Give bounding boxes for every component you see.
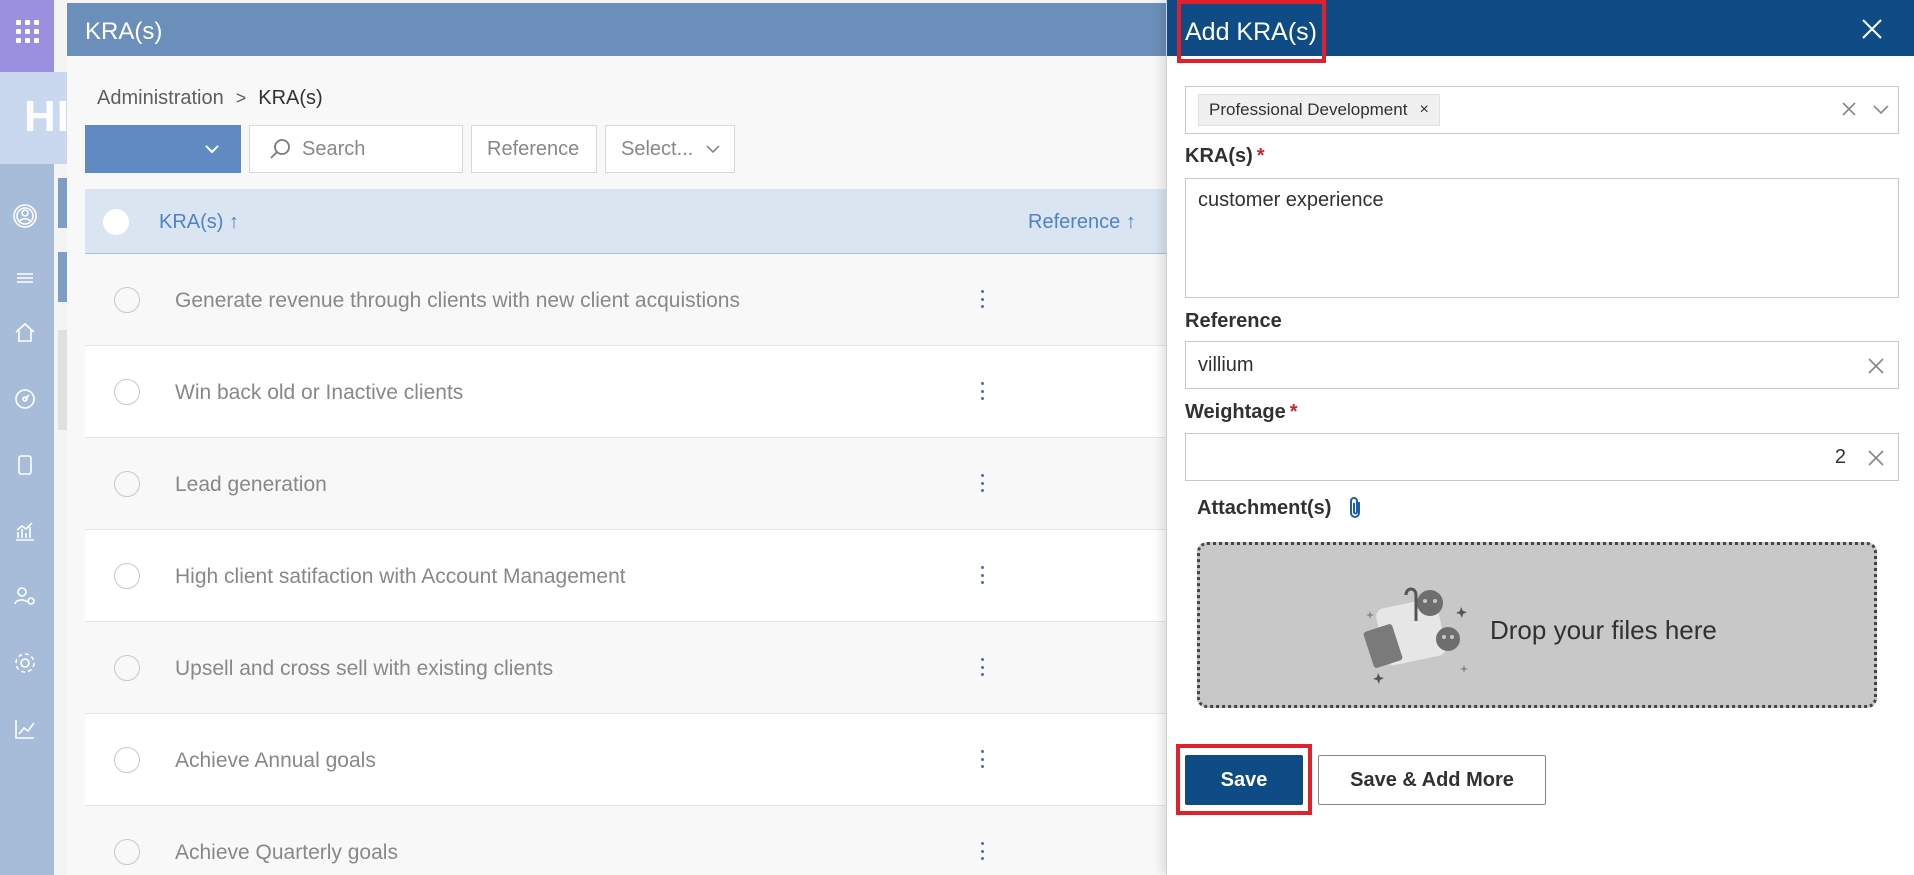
select-filter-label: Select...	[621, 137, 694, 160]
menu-icon[interactable]	[10, 263, 40, 293]
more-options-icon[interactable]	[977, 563, 987, 587]
search-icon	[270, 139, 290, 159]
paperclip-icon[interactable]	[1345, 496, 1365, 520]
table-row[interactable]: Achieve Quarterly goals	[85, 806, 1167, 875]
clear-weightage-button[interactable]	[1866, 448, 1886, 468]
breadcrumb-separator: >	[235, 88, 247, 108]
title-highlight-box	[1177, 0, 1326, 63]
home-icon[interactable]	[10, 318, 40, 348]
more-options-icon[interactable]	[977, 839, 987, 863]
select-filter-dropdown[interactable]: Select...	[605, 125, 735, 173]
more-options-icon[interactable]	[977, 287, 987, 311]
reference-filter-dropdown[interactable]: Reference	[471, 125, 597, 173]
waffle-icon	[15, 20, 39, 43]
row-checkbox[interactable]	[114, 287, 140, 313]
settings-gear-icon[interactable]	[10, 648, 40, 678]
close-icon	[1862, 19, 1882, 39]
row-checkbox[interactable]	[114, 655, 140, 681]
row-checkbox[interactable]	[114, 471, 140, 497]
chevron-down-icon[interactable]	[1872, 100, 1890, 118]
close-icon	[1868, 450, 1884, 466]
close-panel-button[interactable]	[1859, 16, 1885, 42]
row-checkbox[interactable]	[114, 379, 140, 405]
weightage-label-text: Weightage	[1185, 401, 1286, 423]
search-placeholder: Search	[302, 137, 366, 160]
kra-field-label: KRA(s) *	[1185, 145, 1265, 168]
row-kra-name: Upsell and cross sell with existing clie…	[175, 657, 554, 680]
reference-value: villium	[1198, 353, 1254, 376]
user-settings-icon[interactable]	[10, 581, 40, 611]
category-tag: Professional Development ×	[1198, 94, 1440, 126]
required-marker: *	[1256, 145, 1265, 167]
table-row[interactable]: High client satifaction with Account Man…	[85, 530, 1167, 622]
breadcrumb-administration[interactable]: Administration	[97, 87, 224, 110]
page-title: KRA(s)	[85, 18, 163, 45]
attachments-label: Attachment(s)	[1197, 496, 1365, 520]
toolbar: Search Reference Select...	[85, 125, 735, 173]
table-row[interactable]: Lead generation	[85, 438, 1167, 530]
row-checkbox[interactable]	[114, 839, 140, 865]
weightage-value: 2	[1834, 445, 1846, 468]
column-header-reference[interactable]: Reference ↑	[1028, 211, 1136, 234]
app-launcher[interactable]	[0, 0, 54, 72]
reference-input[interactable]: villium	[1185, 341, 1899, 389]
file-dropzone[interactable]: Drop your files here	[1197, 542, 1877, 708]
attachments-label-text: Attachment(s)	[1197, 496, 1332, 519]
table-row[interactable]: Generate revenue through clients with ne…	[85, 254, 1167, 346]
add-kra-panel: Add KRA(s) Professional Development × KR…	[1166, 0, 1914, 875]
search-input[interactable]: Search	[249, 125, 463, 173]
more-options-icon[interactable]	[977, 747, 987, 771]
save-and-add-more-button[interactable]: Save & Add More	[1318, 755, 1546, 805]
row-checkbox[interactable]	[114, 747, 140, 773]
row-kra-name: Lead generation	[175, 473, 327, 496]
analytics-icon[interactable]	[10, 516, 40, 546]
clear-reference-button[interactable]	[1866, 356, 1886, 376]
kra-table: KRA(s) ↑ Reference ↑ Generate revenue th…	[85, 189, 1167, 875]
table-row[interactable]: Win back old or Inactive clients	[85, 346, 1167, 438]
category-select[interactable]: Professional Development ×	[1185, 86, 1899, 134]
table-row[interactable]: Achieve Annual goals	[85, 714, 1167, 806]
required-marker: *	[1289, 401, 1298, 423]
more-options-icon[interactable]	[977, 379, 987, 403]
breadcrumb: Administration > KRA(s)	[97, 87, 323, 110]
table-row[interactable]: Upsell and cross sell with existing clie…	[85, 622, 1167, 714]
row-kra-name: Achieve Quarterly goals	[175, 841, 398, 864]
reports-trend-icon[interactable]	[10, 714, 40, 744]
close-icon	[1868, 358, 1884, 374]
row-kra-name: Achieve Annual goals	[175, 749, 376, 772]
select-controls	[1840, 100, 1890, 118]
chevron-down-icon	[205, 145, 219, 154]
document-icon[interactable]	[10, 450, 40, 480]
row-checkbox[interactable]	[114, 563, 140, 589]
chevron-down-icon	[706, 145, 720, 154]
main-page: KRA(s) Administration > KRA(s) Search Re…	[67, 3, 1167, 875]
reference-field-label: Reference	[1185, 310, 1282, 332]
select-all-checkbox[interactable]	[103, 209, 129, 235]
kra-label-text: KRA(s)	[1185, 145, 1253, 167]
row-kra-name: Generate revenue through clients with ne…	[175, 289, 740, 312]
category-tag-label: Professional Development	[1209, 100, 1408, 119]
upload-illustration-icon	[1363, 587, 1468, 684]
weightage-input[interactable]: 2	[1185, 433, 1899, 481]
row-kra-name: Win back old or Inactive clients	[175, 381, 464, 404]
app-rail: HI	[0, 0, 70, 875]
tag-remove-icon[interactable]: ×	[1419, 101, 1428, 119]
save-button[interactable]: Save	[1185, 755, 1303, 805]
page-header: KRA(s)	[67, 3, 1167, 56]
column-header-kra[interactable]: KRA(s) ↑	[159, 211, 239, 234]
weightage-field-label: Weightage *	[1185, 401, 1298, 424]
profile-icon[interactable]	[10, 201, 40, 231]
kra-textarea[interactable]: customer experience	[1185, 178, 1899, 298]
action-dropdown-button[interactable]	[85, 125, 241, 173]
more-options-icon[interactable]	[977, 471, 987, 495]
row-kra-name: High client satifaction with Account Man…	[175, 565, 626, 588]
app-logo: HI	[24, 92, 70, 141]
dashboard-icon[interactable]	[10, 384, 40, 414]
reference-filter-label: Reference	[487, 137, 580, 160]
breadcrumb-current: KRA(s)	[258, 87, 323, 109]
clear-icon[interactable]	[1840, 100, 1858, 118]
dropzone-text: Drop your files here	[1490, 615, 1717, 645]
table-header: KRA(s) ↑ Reference ↑	[85, 189, 1167, 254]
more-options-icon[interactable]	[977, 655, 987, 679]
